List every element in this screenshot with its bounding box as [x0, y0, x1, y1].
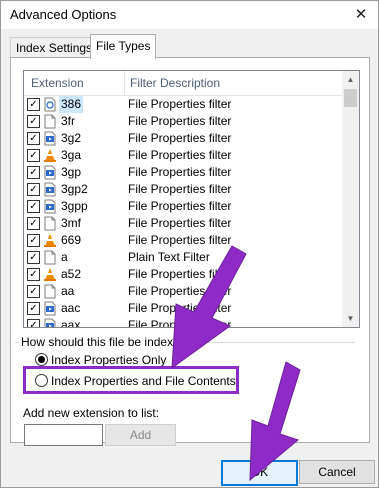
checkbox[interactable]: ✓ — [27, 98, 40, 111]
checkbox[interactable]: ✓ — [27, 149, 40, 162]
list-item[interactable]: ✓ 3gpp File Properties filter — [24, 198, 342, 215]
checkbox[interactable]: ✓ — [27, 234, 40, 247]
scrollbar-thumb[interactable] — [344, 89, 357, 107]
list-item[interactable]: ✓ 3ga File Properties filter — [24, 147, 342, 164]
vlc-cone-icon — [43, 233, 57, 248]
vlc-cone-icon — [43, 148, 57, 163]
blank-doc-icon — [43, 284, 57, 299]
list-header: Extension Filter Description — [24, 71, 342, 96]
checkbox[interactable]: ✓ — [27, 183, 40, 196]
list-item[interactable]: ✓ aac File Properties filter — [24, 300, 342, 317]
extension-cell: 3gpp — [61, 199, 88, 213]
checkbox[interactable]: ✓ — [27, 319, 40, 327]
ok-button[interactable]: OK — [221, 460, 298, 486]
extension-cell: a — [61, 250, 68, 264]
extension-cell: 3mf — [61, 216, 82, 230]
extension-cell: 3ga — [61, 148, 82, 162]
column-divider[interactable] — [124, 71, 125, 95]
add-button[interactable]: Add — [105, 424, 176, 446]
extension-cell: 3gp — [61, 165, 82, 179]
column-header-filter-description[interactable]: Filter Description — [130, 71, 220, 95]
blank-doc-icon — [43, 216, 57, 231]
properties-doc-icon — [43, 97, 57, 112]
list-item[interactable]: ✓ a Plain Text Filter — [24, 249, 342, 266]
tab-file-types[interactable]: File Types — [90, 34, 157, 59]
checkbox[interactable]: ✓ — [27, 132, 40, 145]
list-item[interactable]: ✓ 3mf File Properties filter — [24, 215, 342, 232]
close-icon[interactable]: ✕ — [352, 6, 370, 24]
extension-cell: aac — [61, 301, 81, 315]
checkbox[interactable]: ✓ — [27, 285, 40, 298]
extension-cell: 386 — [59, 96, 84, 113]
radio-button-selected[interactable] — [35, 353, 48, 366]
extension-cell: aax — [61, 318, 81, 328]
checkbox[interactable]: ✓ — [27, 200, 40, 213]
filter-description-cell: File Properties filter — [128, 284, 232, 298]
filter-description-cell: File Properties filter — [128, 165, 232, 179]
filter-description-cell: File Properties filter — [128, 131, 232, 145]
extension-cell: aa — [61, 284, 75, 298]
list-rows: ✓ 386 File Properties filter ✓ 3fr File Prope… — [24, 96, 342, 328]
checkbox[interactable]: ✓ — [27, 251, 40, 264]
list-item[interactable]: ✓ 3g2 File Properties filter — [24, 130, 342, 147]
list-item[interactable]: ✓ 386 File Properties filter — [24, 96, 342, 113]
filter-description-cell: File Properties filter — [128, 114, 232, 128]
vlc-cone-icon — [43, 267, 57, 282]
filter-description-cell: File Properties filter — [128, 233, 232, 247]
index-method-label: How should this file be indexed? — [19, 335, 196, 349]
checkbox[interactable]: ✓ — [27, 166, 40, 179]
media-file-icon — [43, 165, 57, 180]
new-extension-input[interactable] — [24, 424, 103, 446]
media-file-icon — [43, 182, 57, 197]
media-file-icon — [43, 199, 57, 214]
filter-description-cell: File Properties filter — [128, 318, 232, 328]
file-types-panel: Extension Filter Description ✓ 386 File Pr… — [10, 57, 370, 446]
filter-description-cell: File Properties filter — [128, 199, 232, 213]
scroll-up-icon[interactable]: ▲ — [342, 71, 359, 88]
filter-description-cell: Plain Text Filter — [128, 250, 210, 264]
extension-cell: a52 — [61, 267, 82, 281]
extension-cell: 3g2 — [61, 131, 82, 145]
advanced-options-dialog: Advanced Options ✕ Index Settings File T… — [0, 0, 379, 488]
extension-cell: 3gp2 — [61, 182, 88, 196]
checkbox[interactable]: ✓ — [27, 115, 40, 128]
filter-description-cell: File Properties filter — [128, 301, 232, 315]
filter-description-cell: File Properties filter — [128, 97, 232, 111]
filter-description-cell: File Properties filter — [128, 148, 232, 162]
extension-cell: 3fr — [61, 114, 76, 128]
add-extension-label: Add new extension to list: — [23, 406, 160, 420]
blank-doc-icon — [43, 250, 57, 265]
media-file-icon — [43, 318, 57, 327]
media-file-icon — [43, 131, 57, 146]
extension-cell: 669 — [61, 233, 82, 247]
filter-description-cell: File Properties filter — [128, 182, 232, 196]
filter-description-cell: File Properties filter — [128, 216, 232, 230]
column-header-extension[interactable]: Extension — [31, 71, 84, 95]
title-bar: Advanced Options ✕ — [1, 1, 378, 29]
annotation-highlight-box — [23, 366, 239, 394]
list-item[interactable]: ✓ 669 File Properties filter — [24, 232, 342, 249]
blank-doc-icon — [43, 114, 57, 129]
filter-description-cell: File Properties filter — [128, 267, 232, 281]
tab-index-settings[interactable]: Index Settings — [10, 37, 99, 58]
list-item[interactable]: ✓ aa File Properties filter — [24, 283, 342, 300]
media-file-icon — [43, 301, 57, 316]
checkbox[interactable]: ✓ — [27, 217, 40, 230]
vertical-scrollbar[interactable]: ▲ ▼ — [342, 71, 359, 327]
list-item[interactable]: ✓ 3gp File Properties filter — [24, 164, 342, 181]
list-item[interactable]: ✓ 3gp2 File Properties filter — [24, 181, 342, 198]
cancel-button[interactable]: Cancel — [299, 460, 375, 484]
window-title: Advanced Options — [10, 7, 117, 22]
scroll-down-icon[interactable]: ▼ — [342, 310, 359, 327]
file-type-list[interactable]: Extension Filter Description ✓ 386 File Pr… — [23, 70, 360, 328]
list-item[interactable]: ✓ aax File Properties filter — [24, 317, 342, 328]
checkbox[interactable]: ✓ — [27, 268, 40, 281]
list-item[interactable]: ✓ a52 File Properties filter — [24, 266, 342, 283]
list-item[interactable]: ✓ 3fr File Properties filter — [24, 113, 342, 130]
checkbox[interactable]: ✓ — [27, 302, 40, 315]
